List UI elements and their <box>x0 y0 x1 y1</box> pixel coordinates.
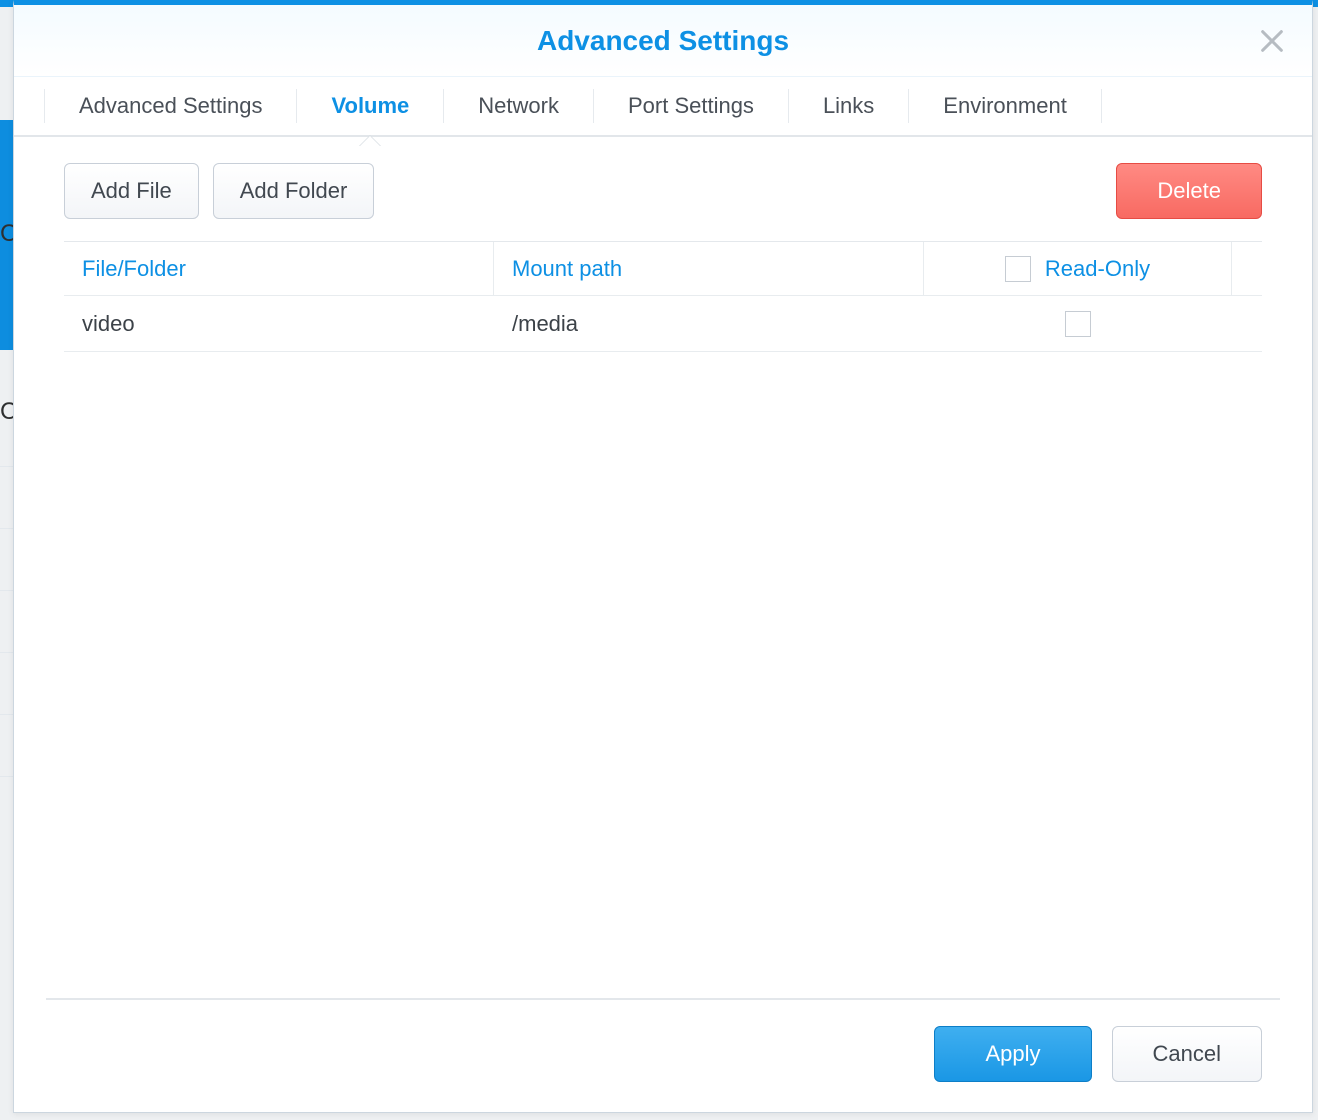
tab-network[interactable]: Network <box>444 77 593 135</box>
cell-mount-path[interactable]: /media <box>494 296 924 351</box>
delete-button[interactable]: Delete <box>1116 163 1262 219</box>
tab-label: Volume <box>331 93 409 119</box>
select-all-readonly-checkbox[interactable] <box>1005 256 1031 282</box>
tab-label: Links <box>823 93 874 119</box>
cancel-button[interactable]: Cancel <box>1112 1026 1262 1082</box>
tab-environment[interactable]: Environment <box>909 77 1101 135</box>
advanced-settings-dialog: Advanced Settings Advanced Settings Volu… <box>13 0 1313 1113</box>
column-label: Mount path <box>512 256 622 282</box>
column-header-file-folder[interactable]: File/Folder <box>64 242 494 295</box>
cell-read-only <box>924 296 1232 351</box>
column-label: Read-Only <box>1045 256 1150 282</box>
tab-separator <box>1101 89 1102 123</box>
tab-volume[interactable]: Volume <box>297 77 443 135</box>
volume-grid: File/Folder Mount path Read-Only video /… <box>64 241 1262 352</box>
column-header-read-only[interactable]: Read-Only <box>924 242 1232 295</box>
volume-toolbar: Add File Add Folder Delete <box>14 137 1312 241</box>
grid-header-row: File/Folder Mount path Read-Only <box>64 242 1262 296</box>
tab-label: Advanced Settings <box>79 93 262 119</box>
dialog-title: Advanced Settings <box>14 25 1312 57</box>
cell-value: /media <box>512 311 578 337</box>
tab-label: Environment <box>943 93 1067 119</box>
cell-file-folder[interactable]: video <box>64 296 494 351</box>
footer-separator <box>46 998 1280 1000</box>
tab-label: Port Settings <box>628 93 754 119</box>
button-label: Add File <box>91 178 172 204</box>
apply-button[interactable]: Apply <box>934 1026 1091 1082</box>
button-label: Cancel <box>1153 1041 1221 1067</box>
dialog-header: Advanced Settings <box>14 5 1312 77</box>
tab-label: Network <box>478 93 559 119</box>
tab-links[interactable]: Links <box>789 77 908 135</box>
button-label: Add Folder <box>240 178 348 204</box>
table-row[interactable]: video /media <box>64 296 1262 352</box>
tab-advanced-settings[interactable]: Advanced Settings <box>45 77 296 135</box>
button-label: Apply <box>985 1041 1040 1067</box>
readonly-checkbox[interactable] <box>1065 311 1091 337</box>
dialog-footer: Apply Cancel <box>934 1026 1262 1082</box>
add-file-button[interactable]: Add File <box>64 163 199 219</box>
add-folder-button[interactable]: Add Folder <box>213 163 375 219</box>
close-button[interactable] <box>1258 27 1286 55</box>
tab-port-settings[interactable]: Port Settings <box>594 77 788 135</box>
button-label: Delete <box>1157 178 1221 204</box>
tab-bar: Advanced Settings Volume Network Port Se… <box>14 77 1312 137</box>
column-label: File/Folder <box>82 256 186 282</box>
close-icon <box>1258 27 1286 55</box>
cell-value: video <box>82 311 135 337</box>
column-header-mount-path[interactable]: Mount path <box>494 242 924 295</box>
